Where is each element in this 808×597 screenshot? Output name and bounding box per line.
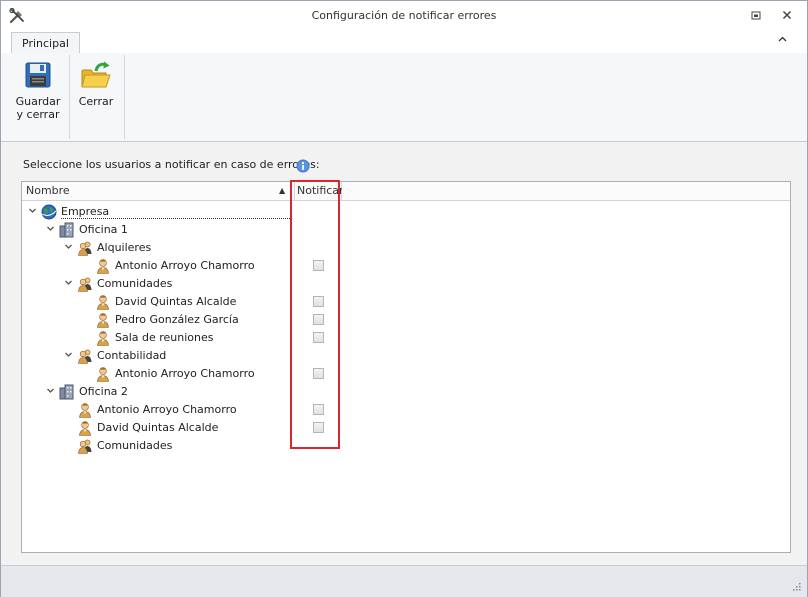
tab-principal[interactable]: Principal — [11, 32, 80, 54]
expander-chevron-down-icon[interactable] — [63, 242, 73, 252]
expander-chevron-down-icon[interactable] — [63, 278, 73, 288]
tree-node-label: Sala de reuniones — [115, 331, 214, 344]
expander-chevron-down-icon[interactable] — [27, 206, 37, 216]
column-header-spacer — [342, 182, 790, 201]
save-and-close-label-line2: y cerrar — [16, 108, 60, 121]
tree-row[interactable]: David Quintas Alcalde — [22, 419, 790, 437]
info-icon[interactable] — [296, 159, 310, 173]
restore-icon — [751, 11, 761, 19]
floppy-disk-icon — [25, 62, 51, 88]
tree-row[interactable]: Antonio Arroyo Chamorro — [22, 257, 790, 275]
ribbon-tabstrip: Principal — [1, 29, 807, 54]
close-dialog-label: Cerrar — [78, 95, 114, 108]
tree-node-label: Oficina 2 — [79, 385, 128, 398]
column-header-nombre[interactable]: Nombre ▲ — [22, 182, 295, 201]
tree-node-label: Antonio Arroyo Chamorro — [115, 259, 255, 272]
tree-row[interactable]: David Quintas Alcalde — [22, 293, 790, 311]
tree-node-label: Alquileres — [97, 241, 152, 254]
group-icon — [77, 348, 93, 364]
tree-node-label: Antonio Arroyo Chamorro — [97, 403, 237, 416]
window-title: Configuración de notificar errores — [311, 9, 497, 22]
close-icon — [782, 10, 792, 20]
user-icon — [95, 294, 111, 310]
tree-row[interactable]: Contabilidad — [22, 347, 790, 365]
close-button[interactable] — [778, 7, 796, 23]
tree-row[interactable]: Antonio Arroyo Chamorro — [22, 365, 790, 383]
tree-node-label: David Quintas Alcalde — [115, 295, 237, 308]
tree-row[interactable]: Sala de reuniones — [22, 329, 790, 347]
tree-node-label: Contabilidad — [97, 349, 167, 362]
open-folder-icon — [81, 61, 111, 88]
dialog-window: Configuración de notificar errores Princ… — [0, 0, 808, 597]
notificar-column-highlight — [290, 180, 340, 449]
group-icon — [77, 240, 93, 256]
tree-node-label: Empresa — [61, 205, 290, 219]
tree-node-label: David Quintas Alcalde — [97, 421, 219, 434]
save-and-close-button[interactable]: Guardar y cerrar — [12, 57, 64, 127]
users-tree[interactable]: Nombre ▲ Notificar Empresa Oficina 1 Alqui… — [21, 181, 791, 553]
collapse-ribbon-button[interactable] — [775, 33, 789, 47]
ribbon-separator — [69, 55, 70, 139]
user-icon — [95, 330, 111, 346]
expander-chevron-down-icon[interactable] — [45, 224, 55, 234]
status-bar — [1, 565, 807, 597]
save-and-close-label-line1: Guardar — [15, 95, 61, 108]
tree-node-label: Comunidades — [97, 439, 173, 452]
resize-grip-icon[interactable] — [791, 581, 801, 591]
office-icon — [59, 384, 75, 400]
chevron-up-icon — [778, 36, 786, 42]
expander-chevron-down-icon[interactable] — [45, 386, 55, 396]
tree-row[interactable]: Oficina 2 — [22, 383, 790, 401]
tree-row[interactable]: Antonio Arroyo Chamorro — [22, 401, 790, 419]
user-icon — [95, 366, 111, 382]
title-bar: Configuración de notificar errores — [1, 1, 807, 29]
instruction-text: Seleccione los usuarios a notificar en c… — [23, 158, 320, 171]
tree-row[interactable]: Comunidades — [22, 437, 790, 455]
tree-row[interactable]: Alquileres — [22, 239, 790, 257]
tree-row[interactable]: Pedro González García — [22, 311, 790, 329]
user-icon — [77, 420, 93, 436]
office-icon — [59, 222, 75, 238]
tree-row[interactable]: Comunidades — [22, 275, 790, 293]
group-icon — [77, 276, 93, 292]
globe-icon — [41, 204, 57, 220]
tree-node-label: Pedro González García — [115, 313, 239, 326]
user-icon — [77, 402, 93, 418]
tree-node-label: Comunidades — [97, 277, 173, 290]
ribbon-separator — [124, 55, 125, 139]
column-header-nombre-label: Nombre — [26, 184, 70, 197]
sort-ascending-icon: ▲ — [279, 186, 286, 195]
tree-row[interactable]: Oficina 1 — [22, 221, 790, 239]
tree-node-label: Antonio Arroyo Chamorro — [115, 367, 255, 380]
tree-node-label: Oficina 1 — [79, 223, 128, 236]
expander-chevron-down-icon[interactable] — [63, 350, 73, 360]
ribbon: Guardar y cerrar Cerrar — [1, 53, 807, 142]
group-icon — [77, 438, 93, 454]
close-dialog-button[interactable]: Cerrar — [73, 57, 119, 127]
user-icon — [95, 312, 111, 328]
restore-button[interactable] — [747, 7, 765, 23]
tree-row[interactable]: Empresa — [22, 203, 790, 221]
user-icon — [95, 258, 111, 274]
